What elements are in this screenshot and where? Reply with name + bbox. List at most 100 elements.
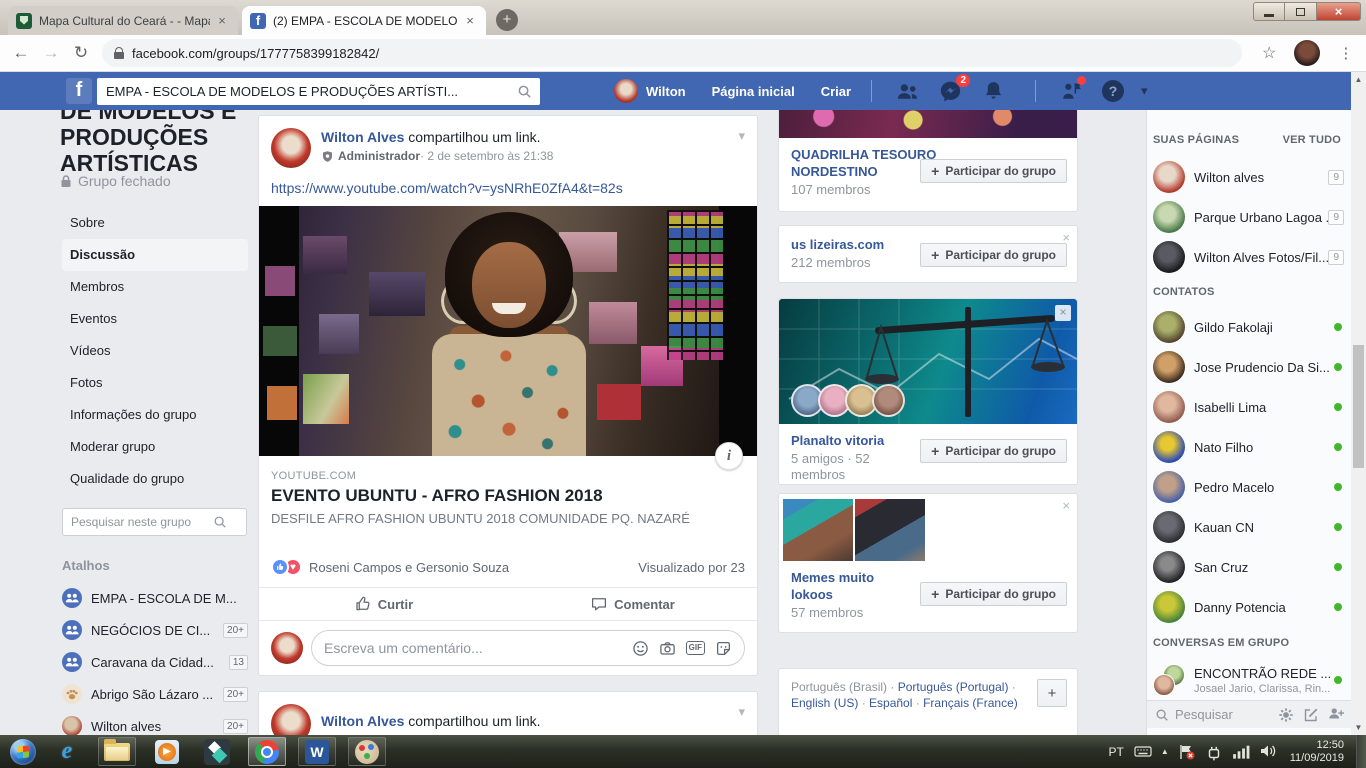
join-group-button[interactable]: Participar do grupo xyxy=(920,243,1067,267)
maximize-button[interactable] xyxy=(1285,2,1317,21)
browser-menu-icon[interactable]: ⋮ xyxy=(1338,44,1353,62)
dismiss-icon[interactable]: × xyxy=(1062,499,1070,512)
contact-row[interactable]: Isabelli Lima xyxy=(1153,387,1346,427)
author-avatar[interactable] xyxy=(271,704,311,735)
contact-row[interactable]: Pedro Macelo xyxy=(1153,467,1346,507)
shortcut-caravana[interactable]: Caravana da Cidad... 13 xyxy=(0,646,258,678)
group-cover-photo[interactable]: × xyxy=(779,299,1077,424)
dismiss-icon[interactable]: × xyxy=(1055,305,1071,321)
facebook-search-input[interactable] xyxy=(97,78,540,105)
author-name[interactable]: Wilton Alves xyxy=(321,129,404,145)
facebook-search[interactable] xyxy=(97,78,540,105)
language-option[interactable]: Español xyxy=(858,696,912,710)
post-options-caret-icon[interactable]: ▾ xyxy=(738,704,745,720)
forward-icon[interactable]: → xyxy=(36,43,66,63)
menu-item-fotos[interactable]: Fotos xyxy=(0,367,258,399)
back-icon[interactable]: ← xyxy=(6,43,36,63)
start-button[interactable] xyxy=(10,739,36,765)
emoji-icon[interactable] xyxy=(632,640,649,657)
join-group-button[interactable]: Participar do grupo xyxy=(920,159,1067,183)
new-message-icon[interactable] xyxy=(1303,707,1319,723)
address-bar[interactable]: facebook.com/groups/1777758399182842/ xyxy=(102,39,1242,67)
group-conversation-row[interactable]: ENCONTRÃO REDE ... Josael Jario, Clariss… xyxy=(1153,658,1346,702)
suggested-group-name[interactable]: QUADRILHA TESOURO NORDESTINO xyxy=(791,146,941,180)
tab-close-icon[interactable]: × xyxy=(214,13,230,29)
join-group-button[interactable]: Participar do grupo xyxy=(920,439,1067,463)
contact-row[interactable]: Jose Prudencio Da Si... xyxy=(1153,347,1346,387)
browser-tab-mapa-cultural[interactable]: Mapa Cultural do Ceará - - Mapa × xyxy=(8,6,238,35)
page-row[interactable]: Parque Urbano Lagoa ... 9 xyxy=(1153,197,1346,237)
gif-icon[interactable]: GIF xyxy=(686,641,705,655)
reload-icon[interactable]: ↻ xyxy=(66,43,96,63)
power-plug-icon[interactable] xyxy=(1205,744,1223,760)
facebook-logo[interactable]: f xyxy=(66,78,92,104)
comment-input-pill[interactable]: GIF xyxy=(311,630,745,666)
bookmark-star-icon[interactable]: ☆ xyxy=(1262,43,1276,63)
contact-row[interactable]: Kauan CN xyxy=(1153,507,1346,547)
post-timestamp[interactable]: · 2 de setembro às 21:38 xyxy=(420,149,553,163)
menu-item-qualidade[interactable]: Qualidade do grupo xyxy=(0,463,258,495)
author-avatar[interactable] xyxy=(271,128,311,168)
author-name[interactable]: Wilton Alves xyxy=(321,713,404,729)
taskbar-internet-explorer[interactable]: e xyxy=(48,737,86,766)
contact-row[interactable]: Danny Potencia xyxy=(1153,587,1346,627)
language-option[interactable]: Français (France) xyxy=(912,696,1017,710)
view-count[interactable]: Visualizado por 23 xyxy=(638,560,745,575)
groups-icon[interactable] xyxy=(1059,79,1084,104)
settings-gear-icon[interactable] xyxy=(1278,707,1294,723)
shortcut-wilton[interactable]: Wilton alves 20+ xyxy=(0,710,258,735)
taskbar-filmora[interactable] xyxy=(198,737,236,766)
post-options-caret-icon[interactable]: ▾ xyxy=(738,128,745,144)
camera-icon[interactable] xyxy=(659,640,676,657)
menu-item-membros[interactable]: Membros xyxy=(0,271,258,303)
friend-requests-icon[interactable] xyxy=(895,79,920,104)
group-search[interactable] xyxy=(62,508,247,536)
group-cover-photo[interactable] xyxy=(779,110,1077,138)
show-desktop-button[interactable] xyxy=(1356,735,1366,768)
taskbar-chrome[interactable] xyxy=(248,737,286,766)
search-icon[interactable] xyxy=(517,84,532,99)
page-scrollbar[interactable]: ▲ ▼ xyxy=(1351,72,1366,735)
group-photos[interactable] xyxy=(779,494,1077,561)
menu-item-moderar[interactable]: Moderar grupo xyxy=(0,431,258,463)
like-reaction-icon[interactable] xyxy=(271,558,289,576)
scroll-down-icon[interactable]: ▼ xyxy=(1351,720,1366,735)
add-person-icon[interactable] xyxy=(1328,707,1344,723)
minimize-button[interactable] xyxy=(1253,2,1285,21)
more-languages-button[interactable]: + xyxy=(1037,679,1067,707)
messenger-icon[interactable]: 2 xyxy=(938,79,963,104)
group-title[interactable]: DE MODELOS E PRODUÇÕES ARTÍSTICAS xyxy=(60,110,236,176)
action-flag-icon[interactable] xyxy=(1178,744,1196,760)
new-tab-button[interactable]: + xyxy=(496,9,518,31)
browser-profile-avatar[interactable] xyxy=(1294,40,1320,66)
browser-tab-facebook[interactable]: f (2) EMPA - ESCOLA DE MODELOS × xyxy=(242,6,486,35)
taskbar-word[interactable]: W xyxy=(298,737,336,766)
comment-input[interactable] xyxy=(324,640,622,656)
group-search-input[interactable] xyxy=(63,515,213,529)
scrollbar-thumb[interactable] xyxy=(1353,345,1364,468)
help-icon[interactable]: ? xyxy=(1102,80,1124,102)
taskbar-file-explorer[interactable] xyxy=(98,737,136,766)
profile-shortcut[interactable]: Wilton xyxy=(614,79,686,103)
menu-item-videos[interactable]: Vídeos xyxy=(0,335,258,367)
chat-search-input[interactable] xyxy=(1175,707,1269,722)
taskbar-paint[interactable] xyxy=(348,737,386,766)
page-row[interactable]: Wilton alves 9 xyxy=(1153,157,1346,197)
like-button[interactable]: Curtir xyxy=(259,588,508,620)
contact-row[interactable]: Nato Filho xyxy=(1153,427,1346,467)
clock[interactable]: 12:50 11/09/2019 xyxy=(1290,739,1344,765)
menu-item-discussao[interactable]: Discussão xyxy=(62,239,248,271)
video-thumbnail[interactable] xyxy=(259,206,757,456)
contact-row[interactable]: San Cruz xyxy=(1153,547,1346,587)
menu-item-informacoes[interactable]: Informações do grupo xyxy=(0,399,258,431)
menu-item-eventos[interactable]: Eventos xyxy=(0,303,258,335)
keyboard-icon[interactable] xyxy=(1134,744,1152,760)
contact-row[interactable]: Gildo Fakolaji xyxy=(1153,307,1346,347)
sticker-icon[interactable] xyxy=(715,640,732,657)
shortcut-abrigo[interactable]: Abrigo São Lázaro ... 20+ xyxy=(0,678,258,710)
volume-icon[interactable] xyxy=(1259,744,1277,760)
tray-expand-icon[interactable]: ▲ xyxy=(1161,747,1169,756)
comment-button[interactable]: Comentar xyxy=(508,588,757,620)
tab-close-icon[interactable]: × xyxy=(462,13,478,29)
shortcut-negocios[interactable]: NEGÓCIOS DE CI... 20+ xyxy=(0,614,258,646)
